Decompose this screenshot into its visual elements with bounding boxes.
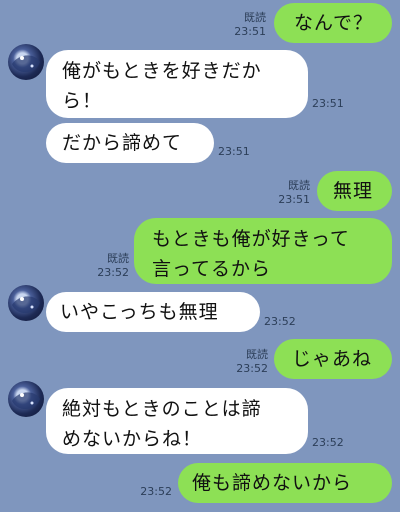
avatar-image-icon	[12, 296, 40, 314]
message-time: 23:51	[278, 193, 310, 206]
chat-area: 既読 23:51 なんで？ 俺がもときを好きだか ら！ 23:51 だから諦めて…	[0, 0, 400, 512]
message-time: 23:51	[218, 145, 250, 158]
outgoing-message-bubble[interactable]: じゃあね	[274, 339, 392, 379]
avatar[interactable]	[8, 285, 44, 321]
message-time: 23:52	[236, 362, 268, 375]
avatar-image-icon	[12, 392, 40, 410]
message-time: 23:52	[312, 436, 344, 449]
message-time: 23:52	[264, 315, 296, 328]
outgoing-message-bubble[interactable]: 俺も諦めないから	[178, 463, 392, 503]
message-time: 23:52	[97, 266, 129, 279]
read-receipt: 既読	[246, 348, 268, 361]
read-receipt: 既読	[107, 252, 129, 265]
message-time: 23:51	[312, 97, 344, 110]
read-receipt: 既読	[288, 179, 310, 192]
incoming-message-bubble[interactable]: だから諦めて	[46, 123, 214, 163]
incoming-message-bubble[interactable]: いやこっちも無理	[46, 292, 260, 332]
message-time: 23:51	[234, 25, 266, 38]
avatar[interactable]	[8, 381, 44, 417]
outgoing-message-bubble[interactable]: なんで？	[274, 3, 392, 43]
outgoing-message-bubble[interactable]: もときも俺が好きって 言ってるから	[134, 218, 392, 284]
avatar-image-icon	[12, 55, 40, 73]
read-receipt: 既読	[244, 11, 266, 24]
incoming-message-bubble[interactable]: 絶対もときのことは諦 めないからね！	[46, 388, 308, 454]
message-time: 23:52	[140, 485, 172, 498]
avatar[interactable]	[8, 44, 44, 80]
incoming-message-bubble[interactable]: 俺がもときを好きだか ら！	[46, 50, 308, 118]
outgoing-message-bubble[interactable]: 無理	[317, 171, 392, 211]
